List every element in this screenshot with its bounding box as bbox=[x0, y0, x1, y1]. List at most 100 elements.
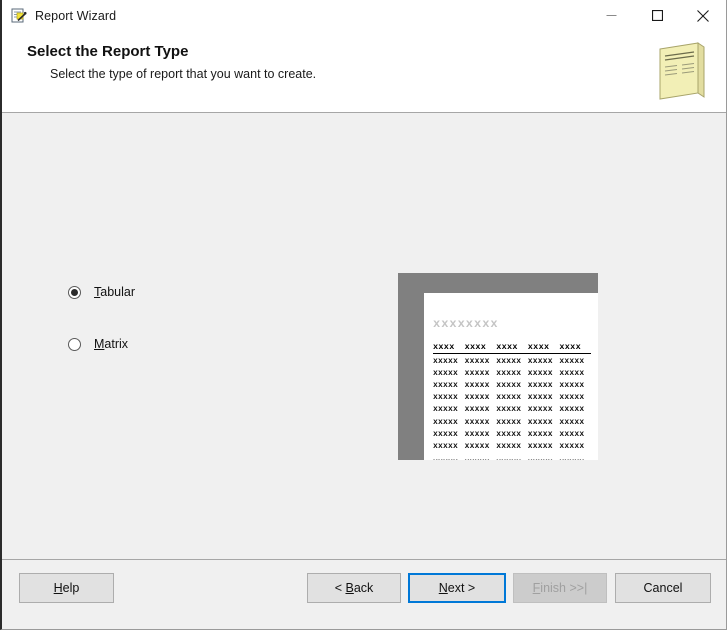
back-button[interactable]: < Back bbox=[307, 573, 401, 603]
preview-data-cell: xxxxx bbox=[433, 369, 459, 379]
radio-label-tabular: Tabular bbox=[94, 285, 135, 299]
preview-page: xxxxxxxx xxxx xxxx xxxx xxxx xxxx xxxxx xxxxx… bbox=[424, 293, 598, 460]
preview-data-cell: xxxxx bbox=[559, 441, 585, 451]
next-button[interactable]: Next > bbox=[408, 573, 506, 603]
preview-data-cell: xxxxx bbox=[527, 429, 553, 439]
report-wizard-window: Report Wizard Select the Report Type Sel… bbox=[0, 0, 727, 630]
window-controls bbox=[588, 0, 726, 31]
preview-table-row: xxxxx xxxxx xxxxx xxxxx xxxxx bbox=[433, 430, 591, 439]
preview-data-cell: xxxxx bbox=[527, 357, 553, 367]
preview-data-cell: xxxxx bbox=[433, 429, 459, 439]
preview-data-cell: xxxxx bbox=[433, 357, 459, 367]
preview-data-cell: xxxxx bbox=[433, 393, 459, 403]
back-button-prefix: < bbox=[334, 581, 346, 595]
preview-data-cell: xxxxx bbox=[433, 417, 459, 427]
report-document-icon bbox=[654, 39, 710, 103]
preview-data-cell: xxxxx bbox=[433, 441, 459, 451]
report-wizard-icon bbox=[11, 8, 27, 24]
minimize-icon[interactable] bbox=[588, 0, 634, 31]
footer-divider bbox=[2, 559, 726, 560]
preview-data-cell: xxxxx bbox=[527, 369, 553, 379]
preview-data-cell: xxxxx bbox=[527, 381, 553, 391]
preview-data-cell: xxxxx bbox=[559, 405, 585, 415]
title-bar: Report Wizard bbox=[2, 0, 726, 31]
radio-indicator-matrix[interactable] bbox=[68, 337, 81, 351]
preview-data-cell: xxxxx bbox=[464, 429, 490, 439]
preview-data-cell: xxxxx bbox=[464, 381, 490, 391]
preview-data-cell: xxxxx bbox=[559, 458, 591, 460]
preview-data-cell: xxxxx bbox=[433, 381, 459, 391]
preview-header-cell: xxxx bbox=[496, 342, 518, 352]
next-button-label: ext > bbox=[447, 581, 476, 595]
preview-data-cell: xxxxx bbox=[559, 417, 585, 427]
preview-header-cell: xxxx bbox=[527, 342, 550, 352]
radio-option-tabular[interactable]: Tabular bbox=[68, 285, 135, 299]
preview-data-cell: xxxxx bbox=[496, 381, 522, 391]
maximize-icon[interactable] bbox=[634, 0, 680, 31]
preview-table-row: xxxxxxxxxxxxxxxxxxxxxxxxx bbox=[433, 442, 591, 451]
preview-data-cell: xxxxx bbox=[464, 369, 490, 379]
preview-data-cell: xxxxx bbox=[528, 458, 560, 460]
radio-indicator-tabular[interactable] bbox=[68, 285, 81, 299]
close-icon[interactable] bbox=[680, 0, 726, 31]
preview-table-row: xxxxx xxxxx xxxxx xxxxx xxxxx bbox=[433, 357, 591, 366]
preview-data-cell: xxxxx bbox=[496, 441, 522, 451]
preview-header-cell: xxxx bbox=[464, 342, 487, 352]
preview-table-row: xxxxxxxxxxxxxxxxxxxxxxxxx bbox=[433, 405, 591, 414]
preview-data-cell: xxxxx bbox=[496, 357, 522, 367]
finish-button-label: inish >>| bbox=[540, 581, 588, 595]
accel-next: N bbox=[438, 581, 448, 595]
preview-table-row: xxxxx xxxxx xxxxx xxxxx xxxxx bbox=[433, 369, 591, 378]
cancel-button[interactable]: Cancel bbox=[615, 573, 711, 603]
accel-back: B bbox=[345, 581, 354, 595]
preview-data-cell: xxxxx bbox=[527, 405, 553, 415]
preview-data-cell: xxxxx bbox=[464, 417, 490, 427]
preview-data-cell: xxxxx bbox=[527, 441, 553, 451]
preview-table-row: xxxxx xxxxx xxxxx xxxxx xxxxx bbox=[433, 381, 591, 390]
preview-table-body: xxxxx xxxxx xxxxx xxxxx xxxxx xxxxx xxxxx xxxxx… bbox=[433, 357, 591, 460]
radio-label-matrix: Matrix bbox=[94, 337, 128, 351]
preview-table-row: xxxxx xxxxx xxxxx xxxxx xxxxx bbox=[433, 418, 591, 427]
preview-data-cell: xxxxx bbox=[527, 393, 553, 403]
preview-data-cell: xxxxx bbox=[433, 458, 465, 460]
accel-help: H bbox=[53, 581, 63, 595]
preview-data-cell: xxxxx bbox=[496, 369, 522, 379]
accel-matrix: M bbox=[94, 337, 105, 351]
preview-data-cell: xxxxx bbox=[464, 357, 490, 367]
preview-data-cell: xxxxx bbox=[559, 381, 585, 391]
preview-header-cell: xxxx bbox=[433, 342, 455, 352]
preview-data-cell: xxxxx bbox=[464, 405, 490, 415]
window-title: Report Wizard bbox=[35, 8, 117, 23]
preview-data-cell: xxxxx bbox=[496, 393, 522, 403]
preview-data-cell: xxxxx bbox=[465, 458, 497, 460]
radio-label-tabular-rest: abular bbox=[100, 285, 135, 299]
preview-table: xxxx xxxx xxxx xxxx xxxx xxxxx xxxxx xxxxx xxxx… bbox=[433, 342, 591, 460]
preview-data-cell: xxxxx bbox=[559, 357, 585, 367]
page-subtitle: Select the type of report that you want … bbox=[50, 67, 317, 81]
wizard-body: Tabular Matrix xxxxxxxx xxxx xxxx xxxx xxxx… bbox=[2, 113, 726, 559]
preview-data-cell: xxxxx bbox=[559, 393, 585, 403]
cancel-button-label: Cancel bbox=[643, 581, 683, 595]
help-button[interactable]: Help bbox=[19, 573, 114, 603]
preview-table-row: xxxxxxxxxxxxxxxxxxxxxxxxx bbox=[433, 458, 591, 460]
preview-table-header-row: xxxx xxxx xxxx xxxx xxxx bbox=[433, 342, 591, 354]
report-type-preview: xxxxxxxx xxxx xxxx xxxx xxxx xxxx xxxxx xxxxx… bbox=[398, 273, 598, 460]
radio-label-matrix-rest: atrix bbox=[104, 337, 129, 351]
preview-data-cell: xxxxx bbox=[527, 417, 553, 427]
preview-report-title: xxxxxxxx bbox=[433, 317, 499, 331]
preview-data-cell: xxxxx bbox=[559, 429, 585, 439]
preview-data-cell: xxxxx bbox=[496, 417, 522, 427]
preview-data-cell: xxxxx bbox=[496, 429, 522, 439]
preview-table-row: xxxxx xxxxx xxxxx xxxxx xxxxx bbox=[433, 393, 591, 402]
preview-data-cell: xxxxx bbox=[496, 458, 528, 460]
preview-data-cell: xxxxx bbox=[433, 405, 459, 415]
preview-data-cell: xxxxx bbox=[464, 393, 490, 403]
finish-button: Finish >>| bbox=[513, 573, 607, 603]
help-button-label: elp bbox=[62, 581, 80, 595]
radio-option-matrix[interactable]: Matrix bbox=[68, 337, 128, 351]
preview-data-cell: xxxxx bbox=[559, 369, 585, 379]
page-title: Select the Report Type bbox=[27, 43, 189, 60]
preview-header-cell: xxxx bbox=[559, 342, 581, 352]
back-button-label: ack bbox=[353, 581, 374, 595]
wizard-header: Select the Report Type Select the type o… bbox=[2, 31, 726, 113]
